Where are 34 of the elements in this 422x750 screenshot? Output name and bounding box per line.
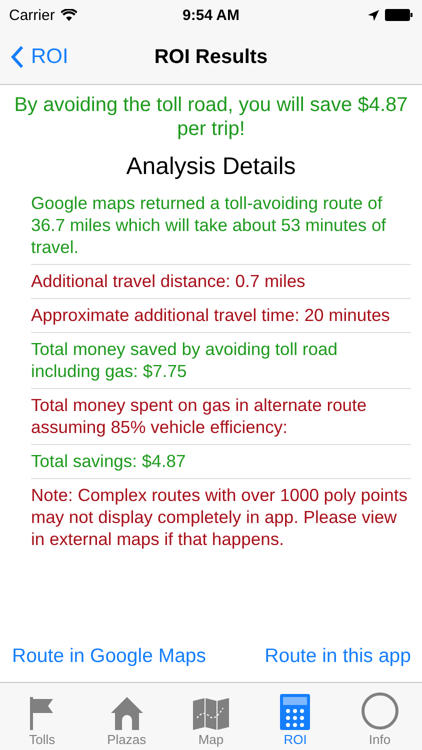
circle-icon: [360, 692, 399, 730]
screen-title: ROI Results: [154, 46, 268, 68]
tab-label: Info: [368, 732, 391, 747]
house-icon: [110, 696, 144, 730]
detail-text: Note: Complex routes with over 1000 poly points may not display completely in app. Please view in external maps if that happens.: [31, 484, 408, 551]
tab-label: ROI: [284, 732, 307, 747]
detail-text: Approximate additional travel time: 20 minutes: [31, 299, 411, 333]
tab-item[interactable]: Map: [176, 698, 246, 747]
back-button[interactable]: ROI: [0, 45, 68, 69]
route-link[interactable]: Route in Google Maps: [12, 645, 206, 668]
tab-item[interactable]: ROI: [260, 694, 330, 747]
detail-text: Additional travel distance: 0.7 miles: [31, 265, 411, 299]
section-title: Analysis Details: [125, 153, 297, 181]
chevron-left-icon: [10, 45, 24, 69]
detail-text: Total savings: $4.87: [31, 445, 411, 479]
tab-label: Map: [198, 732, 224, 747]
folded-map-icon: [192, 698, 229, 730]
detail-text: Google maps returned a toll-avoiding route of 36.7 miles which will take about 53 minutes of travel.: [31, 187, 411, 265]
location-arrow-icon: [368, 10, 379, 20]
battery-icon: [385, 9, 413, 21]
detail-text: Total money saved by avoiding toll road including gas: $7.75: [31, 333, 411, 389]
back-label: ROI: [31, 45, 68, 69]
calculator-icon: [280, 694, 310, 730]
tab-item[interactable]: Tolls: [7, 696, 78, 747]
tab-label: Tolls: [29, 732, 56, 747]
tab-label: Plazas: [107, 732, 146, 747]
route-link[interactable]: Route in this app: [264, 645, 411, 668]
wifi-icon: [60, 9, 77, 21]
clock-time: 9:54 AM: [182, 6, 240, 24]
carrier-label: Carrier: [9, 6, 55, 24]
tab-item[interactable]: Plazas: [92, 696, 162, 747]
detail-text: Total money spent on gas in alternate route assuming 85% vehicle efficiency:: [31, 389, 411, 445]
tab-item[interactable]: Info: [344, 692, 415, 747]
savings-headline: By avoiding the toll road, you will save $4.87 per trip!: [13, 93, 409, 141]
